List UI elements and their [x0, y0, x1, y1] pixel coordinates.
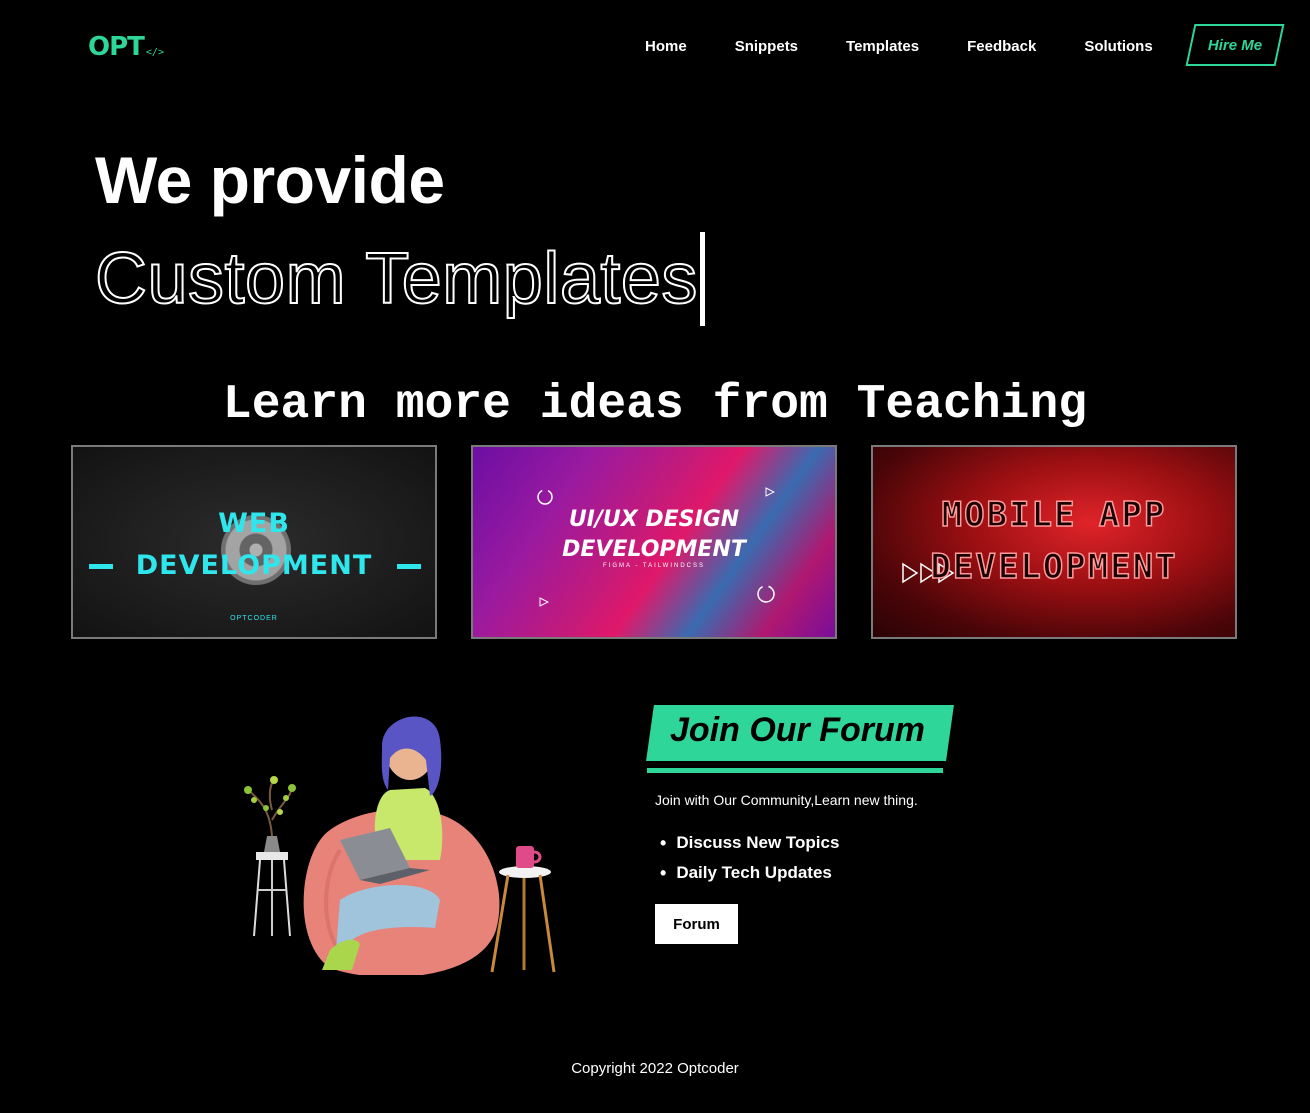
- footer-copyright: Copyright 2022 Optcoder: [571, 1060, 739, 1077]
- card-title: UI/UX DESIGN DEVELOPMENT: [473, 505, 835, 565]
- list-item: Discuss New Topics: [660, 828, 839, 858]
- card-title-line1: WEB: [218, 508, 290, 539]
- card-title: MOBILE APP DEVELOPMENT: [873, 489, 1235, 593]
- main-nav: Home Snippets Templates Feedback Solutio…: [645, 24, 1185, 68]
- card-web-development[interactable]: WEB DEVELOPMENT OPTCODER: [71, 445, 437, 639]
- hire-me-label: Hire Me: [1207, 36, 1263, 54]
- card-title-line1: MOBILE APP: [941, 494, 1167, 536]
- card-title-line2: DEVELOPMENT: [562, 537, 746, 562]
- list-item: Daily Tech Updates: [660, 858, 839, 888]
- ring-icon: [537, 489, 553, 505]
- forum-title: Join Our Forum: [670, 711, 925, 749]
- card-title-line2: DEVELOPMENT: [135, 550, 373, 581]
- side-table: [490, 866, 556, 973]
- nav-feedback[interactable]: Feedback: [967, 38, 1036, 55]
- mug-icon: [516, 846, 542, 868]
- nav-solutions[interactable]: Solutions: [1084, 38, 1152, 55]
- hero-typed-label: Custom Templates: [94, 238, 698, 320]
- site-logo[interactable]: OPT </>: [88, 34, 164, 60]
- hire-me-button[interactable]: Hire Me: [1185, 24, 1285, 66]
- nav-home[interactable]: Home: [645, 38, 687, 55]
- nav-templates[interactable]: Templates: [846, 38, 919, 55]
- hero-heading: We provide: [95, 143, 445, 217]
- card-subtitle: OPTCODER: [230, 615, 278, 622]
- forum-banner: Join Our Forum: [646, 705, 954, 761]
- card-subtitle: FIGMA - TAILWINDCSS: [602, 563, 705, 569]
- girl-with-laptop-illustration: [244, 716, 556, 975]
- nav-snippets[interactable]: Snippets: [735, 38, 798, 55]
- hero-typed-text: Custom Templates: [94, 232, 705, 326]
- logo-text: OPT: [88, 32, 145, 62]
- ring-icon: [757, 585, 775, 603]
- card-uiux-design[interactable]: UI/UX DESIGN DEVELOPMENT FIGMA - TAILWIN…: [471, 445, 837, 639]
- card-title: WEB DEVELOPMENT: [73, 503, 435, 587]
- play-icon: [765, 487, 775, 497]
- logo-code-icon: </>: [145, 47, 164, 58]
- card-title-line1: UI/UX DESIGN: [568, 507, 740, 532]
- typing-cursor: [699, 232, 705, 326]
- card-mobile-app[interactable]: MOBILE APP DEVELOPMENT: [871, 445, 1237, 639]
- play-icon: [539, 597, 549, 607]
- plant-icon: [244, 776, 296, 937]
- forum-feature-list: Discuss New Topics Daily Tech Updates: [660, 828, 839, 888]
- section-title: Learn more ideas from Teaching: [222, 378, 1088, 432]
- forum-underline: [647, 768, 943, 773]
- card-title-line2: DEVELOPMENT: [930, 546, 1178, 588]
- forum-button[interactable]: Forum: [655, 904, 738, 944]
- forum-description: Join with Our Community,Learn new thing.: [655, 792, 918, 808]
